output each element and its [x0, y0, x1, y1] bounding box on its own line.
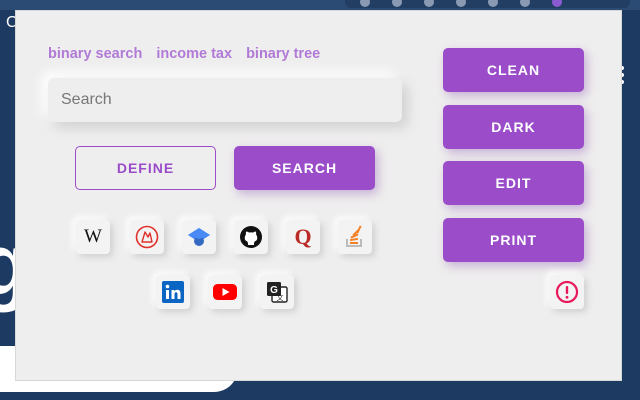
wolfram-alpha-icon[interactable]: [130, 220, 164, 254]
quora-icon[interactable]: Q: [286, 220, 320, 254]
browser-toolbar-icons: [360, 0, 562, 7]
edit-button[interactable]: EDIT: [443, 161, 584, 205]
toolbar-icon[interactable]: [392, 0, 402, 7]
wikipedia-icon[interactable]: W: [76, 220, 110, 254]
search-button[interactable]: SEARCH: [234, 146, 375, 190]
toolbar-icon[interactable]: [520, 0, 530, 7]
toolbar-icon[interactable]: [456, 0, 466, 7]
linkedin-icon[interactable]: [156, 275, 190, 309]
google-translate-icon[interactable]: G 文: [260, 275, 294, 309]
github-icon[interactable]: [234, 220, 268, 254]
dark-button[interactable]: DARK: [443, 105, 584, 149]
toolbar-icon[interactable]: [424, 0, 434, 7]
suggestion-link[interactable]: income tax: [156, 46, 232, 62]
youtube-icon[interactable]: [208, 275, 242, 309]
stack-overflow-icon[interactable]: [338, 220, 372, 254]
suggestion-link[interactable]: binary tree: [246, 46, 320, 62]
report-issue-icon[interactable]: [550, 275, 584, 309]
define-button[interactable]: DEFINE: [75, 146, 216, 190]
suggestion-links: binary search income tax binary tree: [48, 46, 320, 62]
toolbar-icon[interactable]: [488, 0, 498, 7]
search-input[interactable]: [48, 78, 402, 122]
suggestion-link[interactable]: binary search: [48, 46, 142, 62]
extension-icon[interactable]: [552, 0, 562, 7]
toolbar-icon[interactable]: [360, 0, 370, 7]
google-scholar-icon[interactable]: [182, 220, 216, 254]
svg-text:文: 文: [277, 293, 284, 302]
extension-popup: binary search income tax binary tree DEF…: [15, 10, 622, 381]
print-button[interactable]: PRINT: [443, 218, 584, 262]
clean-button[interactable]: CLEAN: [443, 48, 584, 92]
